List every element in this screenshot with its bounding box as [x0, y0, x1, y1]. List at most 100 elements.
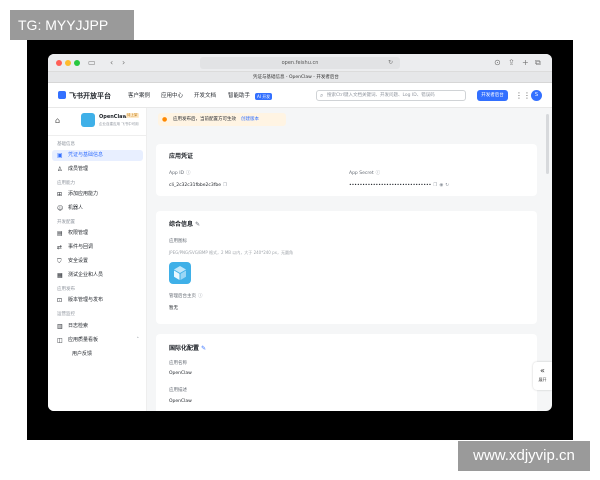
nav-item-docs[interactable]: 开发文档: [194, 93, 216, 100]
credentials-icon: ▣: [57, 152, 63, 159]
new-tab-icon[interactable]: +: [522, 57, 529, 69]
create-version-link[interactable]: 创建版本: [241, 117, 259, 122]
expand-panel-button[interactable]: « 展开: [533, 362, 552, 390]
help-icon[interactable]: ⓘ: [186, 171, 191, 176]
banner-text: 应用发布后，当前配置方可生效: [173, 117, 236, 122]
ai-badge: AI 开发: [255, 93, 273, 100]
event-icon: ⇄: [57, 244, 63, 251]
edit-icon[interactable]: ✎: [195, 221, 200, 228]
sidebar-item-test-orgs[interactable]: ▦ 测试企业和人员: [52, 270, 143, 281]
app-header: ⌂ OpenClaw 待上架 企业自建应用 飞书中可用: [48, 108, 147, 136]
i18n-card: 国际化配置 ✎ 应用名称 OpenClaw 应用描述 OpenClaw: [156, 334, 537, 411]
sidebar-item-label: 应用质量看板: [68, 337, 99, 343]
app-icon-preview[interactable]: [169, 262, 191, 284]
release-banner: ● 应用发布后，当前配置方可生效 创建版本: [158, 113, 286, 126]
browser-titlebar: ▭ ‹ › open.feishu.cn ↻ ⊙ ⇪ + ⧉: [48, 54, 552, 72]
top-nav: 飞书开放平台 客户案例 应用中心 开发文档 智能助手 AI 开发 ⌕ 搜索Ctrl…: [48, 83, 552, 108]
log-icon: ▥: [57, 323, 63, 330]
sidebar-item-permissions[interactable]: ▤ 权限管理: [52, 228, 143, 239]
sidebar-item-security[interactable]: ⛉ 安全设置: [52, 256, 143, 267]
app-desc-label: 应用描述: [169, 388, 187, 393]
address-bar[interactable]: open.feishu.cn: [200, 57, 400, 69]
refresh-icon[interactable]: ↻: [445, 183, 449, 188]
app-id-value: cli_2c32c31fbbe2c3fbe ❐: [169, 183, 227, 189]
copy-icon[interactable]: ❐: [433, 183, 437, 188]
sidebar-item-events[interactable]: ⇄ 事件与回调: [52, 242, 143, 253]
browser-tab[interactable]: 凭证与基础信息 - OpenClaw - 开发者后台: [253, 74, 339, 81]
edit-icon[interactable]: ✎: [201, 345, 206, 352]
sidebar-item-feedback[interactable]: 用户反馈: [52, 349, 143, 360]
help-icon[interactable]: ⓘ: [376, 171, 381, 176]
chevron-up-icon: ˄: [136, 337, 140, 343]
sidebar-item-quality[interactable]: ◫ 应用质量看板 ˄: [52, 335, 143, 346]
browser-window: ▭ ‹ › open.feishu.cn ↻ ⊙ ⇪ + ⧉ 凭证与基础信息 -…: [48, 54, 552, 411]
homepage-value: 暂无: [169, 306, 178, 311]
sidebar-item-label: 用户反馈: [72, 351, 93, 357]
nav-item-app-center[interactable]: 应用中心: [161, 93, 183, 100]
sidebar-item-bot[interactable]: ☺ 机器人: [52, 203, 143, 214]
sidebar-section-basic: 基础信息: [57, 142, 75, 147]
download-icon[interactable]: ⊙: [494, 57, 501, 69]
sidebar-item-label: 安全设置: [68, 258, 89, 264]
app-name-value: OpenClaw: [169, 371, 192, 376]
help-icon[interactable]: ⓘ: [198, 294, 203, 299]
i18n-title-text: 国际化配置: [169, 345, 200, 352]
sidebar-item-add-capability[interactable]: ⊞ 添加应用能力: [52, 189, 143, 200]
icon-label: 应用图标: [169, 239, 187, 244]
dev-console-button[interactable]: 开发者后台: [477, 90, 508, 101]
sidebar-item-versions[interactable]: ⊡ 版本管理与发布: [52, 295, 143, 306]
scrollbar[interactable]: [546, 114, 549, 174]
sidebar-toggle-icon[interactable]: ▭: [88, 57, 96, 69]
plus-box-icon: ⊞: [57, 191, 63, 198]
sidebar-section-monitor: 运营监控: [57, 312, 75, 317]
warning-icon: ●: [162, 116, 168, 123]
tab-bar: 凭证与基础信息 - OpenClaw - 开发者后台: [48, 72, 552, 83]
test-icon: ▦: [57, 272, 63, 279]
sidebar-item-label: 测试企业和人员: [68, 272, 104, 278]
watermark-bottom: www.xdjyvip.cn: [458, 441, 590, 471]
minimize-dot[interactable]: [65, 60, 71, 66]
sidebar-item-label: 成员管理: [68, 166, 89, 172]
sidebar-item-members[interactable]: ♙ 成员管理: [52, 164, 143, 175]
close-dot[interactable]: [56, 60, 62, 66]
sidebar-section-dev-config: 开发配置: [57, 220, 75, 225]
double-chevron-left-icon: «: [540, 366, 545, 375]
nav-item-cases[interactable]: 客户案例: [128, 93, 150, 100]
back-icon[interactable]: ‹: [110, 57, 113, 69]
sidebar-item-label: 机器人: [68, 205, 84, 211]
app-secret-value: ••••••••••••••••••••••••••••••• ❐ ◉ ↻: [349, 183, 449, 189]
forward-icon[interactable]: ›: [122, 57, 125, 69]
permission-icon: ▤: [57, 230, 63, 237]
expand-label: 展开: [538, 377, 547, 382]
sidebar-item-label: 版本管理与发布: [68, 297, 104, 303]
nav-item-assistant[interactable]: 智能助手: [228, 93, 250, 100]
icon-hint: JPEG/PNG/SVG/BMP 格式，2 MB 以内，大于 240*240 p…: [169, 250, 294, 255]
app-id-label-text: App ID: [169, 171, 185, 176]
share-icon[interactable]: ⇪: [508, 57, 515, 69]
cube-icon: [174, 266, 186, 280]
logo[interactable]: 飞书开放平台: [58, 91, 111, 101]
reload-icon[interactable]: ↻: [388, 57, 393, 69]
i18n-title: 国际化配置 ✎: [169, 345, 206, 353]
apps-grid-icon[interactable]: ⋮⋮: [515, 91, 531, 100]
bot-icon: ☺: [57, 205, 64, 212]
tabs-overview-icon[interactable]: ⧉: [535, 57, 541, 69]
sidebar-item-label: 日志检索: [68, 323, 89, 329]
maximize-dot[interactable]: [74, 60, 80, 66]
sidebar-item-logs[interactable]: ▥ 日志检索: [52, 321, 143, 332]
avatar[interactable]: S: [531, 90, 542, 101]
sidebar-item-label: 凭证与基础信息: [68, 152, 104, 158]
search-input[interactable]: ⌕ 搜索Ctrl键入文档关键词、开发问题、Log ID、错误码: [316, 90, 466, 101]
user-icon: ♙: [57, 166, 63, 173]
sidebar-item-credentials[interactable]: ▣ 凭证与基础信息: [52, 150, 143, 161]
home-icon[interactable]: ⌂: [55, 116, 60, 125]
app-secret-label-text: App Secret: [349, 171, 374, 176]
copy-icon[interactable]: ❐: [223, 183, 227, 188]
app-desc-value: OpenClaw: [169, 399, 192, 404]
eye-icon[interactable]: ◉: [439, 183, 443, 188]
shield-icon: ⛉: [57, 258, 62, 265]
logo-text: 飞书开放平台: [69, 92, 111, 100]
dashboard-icon: ◫: [57, 337, 63, 344]
app-icon: [81, 113, 95, 127]
app-id-label: App ID ⓘ: [169, 171, 191, 177]
